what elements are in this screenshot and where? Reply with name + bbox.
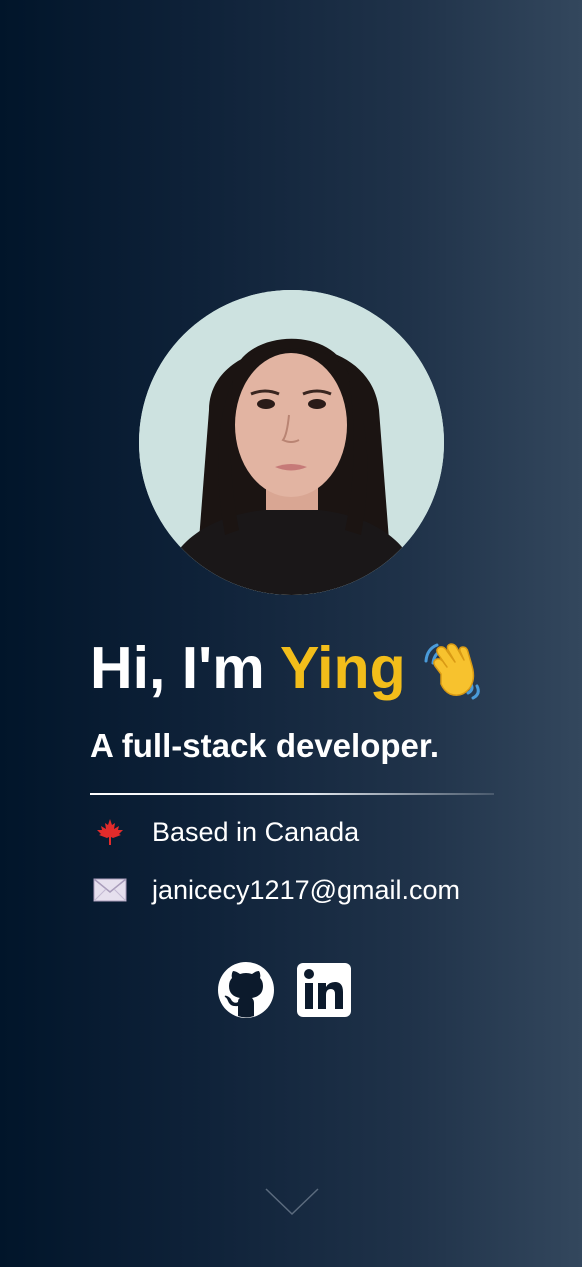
page-title: Hi, I'm Ying bbox=[90, 632, 406, 704]
chevron-down-icon[interactable] bbox=[265, 1188, 319, 1216]
tagline: A full-stack developer. bbox=[90, 727, 440, 764]
divider bbox=[90, 793, 494, 795]
avatar bbox=[139, 290, 444, 595]
github-link[interactable] bbox=[217, 961, 275, 1019]
maple-leaf-icon bbox=[92, 814, 128, 850]
envelope-icon bbox=[92, 872, 128, 908]
github-icon bbox=[218, 962, 274, 1018]
hero-section: Hi, I'm Ying A full-stack developer. Bas… bbox=[0, 0, 582, 1267]
location-row: Based in Canada bbox=[92, 814, 359, 850]
social-links bbox=[217, 961, 353, 1019]
email-row[interactable]: janicecy1217@gmail.com bbox=[92, 872, 460, 908]
name-highlight: Ying bbox=[280, 635, 406, 701]
location-text: Based in Canada bbox=[152, 816, 360, 847]
greeting-text: Hi, I'm bbox=[90, 635, 280, 701]
linkedin-link[interactable] bbox=[295, 961, 353, 1019]
avatar-photo bbox=[139, 290, 444, 595]
waving-hand-icon bbox=[424, 643, 480, 700]
linkedin-icon bbox=[297, 963, 351, 1017]
email-link[interactable]: janicecy1217@gmail.com bbox=[152, 875, 460, 906]
